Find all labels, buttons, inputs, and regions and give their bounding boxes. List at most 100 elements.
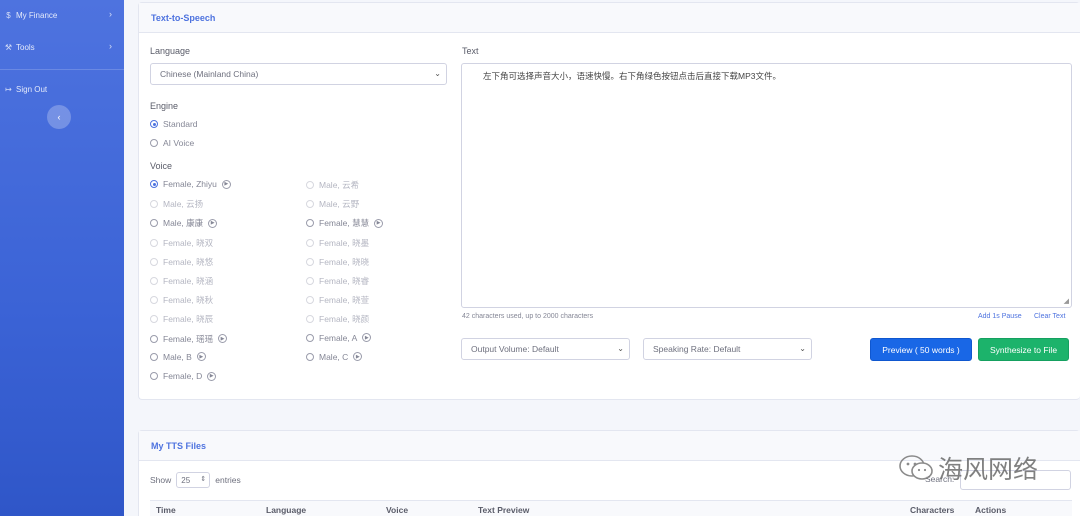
chevron-left-icon: ‹ xyxy=(57,112,61,122)
voice-option-label: Female, 晓双 xyxy=(163,237,214,248)
play-icon[interactable]: ▶ xyxy=(362,333,372,343)
column-text-preview[interactable]: Text Preview xyxy=(478,505,529,515)
sidebar-item-label: My Finance xyxy=(16,10,58,20)
radio-dot xyxy=(306,277,314,285)
synthesize-button[interactable]: Synthesize to File xyxy=(978,338,1069,361)
radio-dot xyxy=(150,139,158,147)
voice-radio[interactable]: Male, 康康 ▶ xyxy=(150,217,218,229)
play-icon[interactable]: ▶ xyxy=(218,334,228,344)
voice-radio[interactable]: Female, 慧慧 ▶ xyxy=(306,217,384,229)
entries-label: entries xyxy=(215,475,241,485)
voice-option-label: Female, 晓悠 xyxy=(163,256,214,267)
radio-dot xyxy=(150,277,158,285)
watermark: 海风网络 xyxy=(898,450,1038,486)
add-pause-link[interactable]: Add 1s Pause xyxy=(978,313,1022,320)
column-actions[interactable]: Actions xyxy=(975,505,1006,515)
engine-option-label: Standard xyxy=(163,119,198,129)
sidebar-item-tools[interactable]: ⚒ Tools › xyxy=(0,35,124,59)
voice-radio[interactable]: Female, 晓涵 xyxy=(150,275,213,287)
sort-arrows-icon: ⇕ xyxy=(200,476,207,483)
voice-radio[interactable]: Female, 晓墨 xyxy=(306,237,369,249)
voice-option-label: Male, B xyxy=(163,351,192,362)
chevron-down-icon: ⌄ xyxy=(434,69,441,78)
voice-option-label: Female, 晓睿 xyxy=(319,276,370,286)
voice-label: Voice xyxy=(150,161,173,171)
voice-radio[interactable]: Male, 云希 xyxy=(306,179,359,191)
voice-radio[interactable]: Female, 晓晓 xyxy=(306,256,369,268)
sign-out-icon: ↦ xyxy=(5,84,12,94)
radio-dot xyxy=(150,180,158,188)
voice-option-label: Female, D xyxy=(163,371,203,381)
sidebar-toggle-button[interactable]: ‹ xyxy=(47,105,71,129)
speaking-rate-select[interactable]: Speaking Rate: Default ⌄ xyxy=(643,338,812,360)
radio-dot xyxy=(306,200,314,209)
sidebar-item-sign-out[interactable]: ↦ Sign Out xyxy=(0,77,124,101)
voice-radio[interactable]: Male, B ▶ xyxy=(150,352,206,362)
voice-radio[interactable]: Female, 晓睿 xyxy=(306,275,369,287)
voice-radio[interactable]: Female, 晓萱 xyxy=(306,294,369,306)
play-icon[interactable]: ▶ xyxy=(374,218,384,228)
radio-dot xyxy=(150,219,158,228)
engine-radio-ai-voice[interactable]: AI Voice xyxy=(150,138,194,148)
voice-radio[interactable]: Female, 晓颜 xyxy=(306,313,369,325)
radio-dot xyxy=(306,219,314,228)
play-icon[interactable]: ▶ xyxy=(221,179,231,189)
language-select[interactable]: Chinese (Mainland China) ⌄ xyxy=(150,63,447,85)
radio-dot xyxy=(150,352,158,361)
voice-radio[interactable]: Female, 晓悠 xyxy=(150,256,213,268)
voice-option-label: Female, 晓墨 xyxy=(319,237,370,248)
column-language[interactable]: Language xyxy=(266,505,306,515)
preview-button[interactable]: Preview ( 50 words ) xyxy=(870,338,972,361)
column-voice[interactable]: Voice xyxy=(386,505,408,515)
engine-radio-standard[interactable]: Standard xyxy=(150,119,198,129)
radio-dot xyxy=(150,200,158,209)
radio-dot xyxy=(150,296,158,305)
radio-dot xyxy=(306,296,314,305)
speaking-rate-value: Speaking Rate: Default xyxy=(653,344,741,354)
voice-option-label: Female, 瑶瑶 xyxy=(163,333,214,344)
chevron-right-icon: › xyxy=(109,9,112,19)
voice-radio[interactable]: Female, 晓双 xyxy=(150,237,213,249)
text-input-value: 左下角可选择声音大小，语速快慢。右下角绿色按钮点击后直接下载MP3文件。 xyxy=(483,71,781,81)
radio-dot xyxy=(306,181,314,189)
radio-dot xyxy=(150,120,158,128)
sidebar-divider xyxy=(0,69,124,70)
voice-radio[interactable]: Male, 云野 xyxy=(306,198,359,210)
radio-dot xyxy=(150,372,158,380)
column-time[interactable]: Time xyxy=(156,505,176,515)
sidebar-item-my-finance[interactable]: $ My Finance › xyxy=(0,3,124,27)
play-icon[interactable]: ▶ xyxy=(207,371,217,381)
voice-radio[interactable]: Female, 晓秋 xyxy=(150,294,213,306)
chevron-down-icon: ⌄ xyxy=(799,344,806,353)
page-size-control: Show 25 ⇕ entries xyxy=(150,472,241,488)
clear-text-link[interactable]: Clear Text xyxy=(1034,313,1065,320)
wrench-icon: ⚒ xyxy=(4,42,13,52)
voice-option-label: Female, 晓辰 xyxy=(163,314,214,325)
resize-handle-icon[interactable]: ◢ xyxy=(1064,297,1069,305)
play-icon[interactable]: ▶ xyxy=(353,352,363,362)
voice-radio[interactable]: Female, 晓辰 xyxy=(150,313,213,325)
voice-radio[interactable]: Female, 瑶瑶 ▶ xyxy=(150,333,228,345)
radio-dot xyxy=(306,315,314,324)
sidebar-item-label: Tools xyxy=(16,42,35,52)
voice-radio[interactable]: Male, C ▶ xyxy=(306,352,363,362)
page-size-value: 25 xyxy=(181,475,191,485)
voice-option-label: Female, 晓涵 xyxy=(163,276,214,286)
column-characters[interactable]: Characters xyxy=(910,505,954,515)
chevron-right-icon: › xyxy=(109,41,112,51)
voice-radio[interactable]: Male, 云扬 xyxy=(150,198,203,210)
radio-dot xyxy=(306,238,314,247)
voice-radio[interactable]: Female, Zhiyu ▶ xyxy=(150,179,231,189)
voice-radio[interactable]: Female, A ▶ xyxy=(306,332,372,343)
text-input[interactable]: 左下角可选择声音大小，语速快慢。右下角绿色按钮点击后直接下载MP3文件。 ◢ xyxy=(461,63,1072,308)
language-label: Language xyxy=(150,46,191,56)
voice-radio[interactable]: Female, D ▶ xyxy=(150,371,217,381)
play-icon[interactable]: ▶ xyxy=(208,218,218,228)
page-size-select[interactable]: 25 ⇕ xyxy=(176,472,211,488)
output-volume-select[interactable]: Output Volume: Default ⌄ xyxy=(461,338,630,360)
voice-option-label: Female, A xyxy=(319,332,358,343)
radio-dot xyxy=(150,257,158,266)
play-icon[interactable]: ▶ xyxy=(196,352,206,362)
chevron-down-icon: ⌄ xyxy=(617,344,624,353)
voice-option-label: Female, Zhiyu xyxy=(163,179,217,189)
